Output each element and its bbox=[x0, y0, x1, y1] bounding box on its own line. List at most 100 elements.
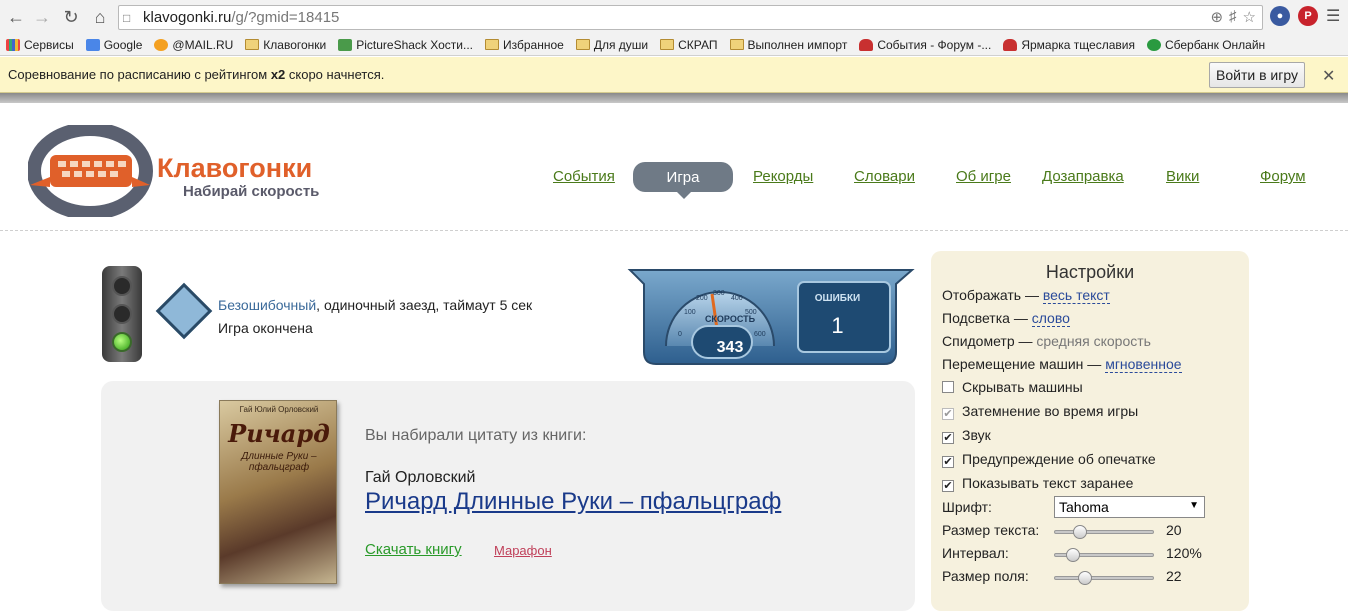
bookmark-item[interactable]: PictureShack Хости... bbox=[338, 38, 473, 52]
google-icon bbox=[85, 38, 100, 51]
slider-value: 20 bbox=[1166, 522, 1182, 538]
nav-game-active[interactable]: Игра bbox=[633, 162, 733, 199]
bookmark-item[interactable]: Сервисы bbox=[6, 38, 74, 52]
bookmark-item[interactable]: Избранное bbox=[485, 38, 564, 52]
nav-forum[interactable]: Форум bbox=[1260, 168, 1306, 185]
sberbank-icon bbox=[1146, 38, 1161, 51]
setting-checkbox-row: Скрывать машины bbox=[942, 379, 1083, 395]
bookmark-label: @MAIL.RU bbox=[172, 37, 234, 52]
slider-label: Размер поля: bbox=[942, 568, 1029, 584]
nav-about[interactable]: Об игре bbox=[956, 168, 1011, 185]
book-title-link[interactable]: Ричард Длинные Руки – пфальцграф bbox=[365, 488, 781, 516]
nav-events[interactable]: События bbox=[553, 168, 615, 185]
race-mode-link[interactable]: Безошибочный bbox=[218, 297, 316, 313]
bookmark-item[interactable]: Google bbox=[85, 38, 142, 52]
slider-track[interactable] bbox=[1054, 525, 1154, 539]
bookmark-label: Клавогонки bbox=[263, 37, 327, 52]
race-mode-details: , одиночный заезд, таймаут 5 сек bbox=[316, 297, 533, 313]
browser-toolbar: ← → ↻ ⌂ □ klavogonki.ru/g/?gmid=18415 ⊕ … bbox=[0, 0, 1348, 34]
bookmark-item[interactable]: Выполнен импорт bbox=[729, 38, 847, 52]
checkbox[interactable]: ✔ bbox=[942, 432, 954, 444]
folder-icon bbox=[575, 39, 590, 50]
marathon-link[interactable]: Марафон bbox=[494, 543, 552, 558]
bookmark-item[interactable]: Ярмарка тщеславия bbox=[1003, 38, 1135, 52]
setting-speedometer: Спидометр — средняя скорость bbox=[942, 333, 1151, 349]
slider-value: 120% bbox=[1166, 545, 1202, 561]
speed-label: СКОРОСТЬ bbox=[704, 314, 756, 324]
folder-icon bbox=[660, 39, 675, 50]
bookmark-label: PictureShack Хости... bbox=[356, 37, 474, 52]
bookmark-item[interactable]: @MAIL.RU bbox=[154, 38, 233, 52]
display-mode-link[interactable]: весь текст bbox=[1042, 287, 1110, 304]
checkbox-label[interactable]: Звук bbox=[962, 427, 991, 443]
slider-thumb[interactable] bbox=[1073, 525, 1087, 539]
highlight-mode-link[interactable]: слово bbox=[1031, 310, 1070, 327]
speedometer-mode: средняя скорость bbox=[1036, 333, 1151, 349]
forward-arrow-icon[interactable]: → bbox=[28, 3, 56, 31]
dial-tick-label: 0 bbox=[678, 331, 682, 338]
bookmark-item[interactable]: Для души bbox=[575, 38, 648, 52]
setting-checkbox-row: ✔ Затемнение во время игры bbox=[942, 403, 1138, 420]
nav-wiki[interactable]: Вики bbox=[1166, 168, 1199, 185]
bookmark-item[interactable]: Клавогонки bbox=[245, 38, 326, 52]
cars-move-mode-link[interactable]: мгновенное bbox=[1105, 356, 1182, 373]
menu-icon[interactable]: ☰ bbox=[1326, 6, 1340, 26]
slider-track[interactable] bbox=[1054, 548, 1154, 562]
dial-tick-label: 500 bbox=[745, 309, 757, 316]
apps-grid-icon bbox=[6, 38, 20, 51]
enter-game-button[interactable]: Войти в игру bbox=[1209, 62, 1305, 88]
checkbox[interactable]: ✔ bbox=[942, 456, 954, 468]
checkbox-label[interactable]: Предупреждение об опечатке bbox=[962, 451, 1156, 467]
pinterest-icon[interactable]: P bbox=[1298, 6, 1318, 26]
checkbox[interactable]: ✔ bbox=[942, 480, 954, 492]
setting-checkbox-row: ✔ Показывать текст заранее bbox=[942, 475, 1133, 492]
stats-strip bbox=[0, 93, 1348, 103]
bookmark-label: Сбербанк Онлайн bbox=[1164, 37, 1266, 52]
errors-label: ОШИБКИ bbox=[814, 293, 861, 304]
nav-dictionaries[interactable]: Словари bbox=[854, 168, 915, 185]
checkbox-label[interactable]: Скрывать машины bbox=[962, 379, 1083, 395]
download-book-link[interactable]: Скачать книгу bbox=[365, 541, 462, 558]
bookmark-item[interactable]: События - Форум -... bbox=[859, 38, 991, 52]
traffic-light-icon bbox=[102, 266, 142, 362]
car-extension-icon[interactable]: ● bbox=[1270, 6, 1290, 26]
address-bar-input[interactable]: □ klavogonki.ru/g/?gmid=18415 ⊕ ♯ ☆ bbox=[118, 5, 1263, 30]
pictureshack-icon bbox=[338, 38, 353, 51]
back-arrow-icon[interactable]: ← bbox=[2, 3, 30, 31]
bookmark-label: Сервисы bbox=[24, 37, 74, 52]
page-icon: □ bbox=[123, 10, 131, 25]
zoom-icon[interactable]: ⊕ bbox=[1210, 8, 1223, 26]
nav-records[interactable]: Рекорды bbox=[753, 168, 813, 185]
checkbox[interactable] bbox=[942, 381, 954, 393]
bookmarks-bar: Сервисы Google @MAIL.RU Клавогонки PictureSh… bbox=[0, 34, 1348, 56]
reload-icon[interactable]: ↻ bbox=[57, 3, 85, 31]
close-icon[interactable]: ✕ bbox=[1322, 66, 1335, 86]
checkbox-label[interactable]: Затемнение во время игры bbox=[962, 403, 1138, 419]
book-cover-image[interactable]: Гай Юлий Орловский Ричард Длинные Руки –… bbox=[219, 400, 337, 584]
cover-title: Ричард bbox=[228, 419, 330, 448]
setting-highlight: Подсветка — слово bbox=[942, 310, 1070, 327]
logo-title[interactable]: Клавогонки bbox=[157, 153, 312, 184]
star-bookmark-icon[interactable]: ☆ bbox=[1243, 8, 1256, 26]
checkbox-label[interactable]: Показывать текст заранее bbox=[962, 475, 1133, 491]
bookmark-item[interactable]: Сбербанк Онлайн bbox=[1146, 37, 1266, 52]
checkbox: ✔ bbox=[942, 408, 954, 420]
car-icon bbox=[1003, 38, 1018, 51]
site-header: Клавогонки Набирай скорость События Игра… bbox=[0, 103, 1348, 231]
speed-value: 343 bbox=[716, 339, 744, 356]
home-icon[interactable]: ⌂ bbox=[86, 3, 114, 31]
font-select[interactable]: Tahoma ▼ bbox=[1054, 496, 1205, 518]
font-label: Шрифт: bbox=[942, 499, 992, 515]
nav-refuel[interactable]: Дозаправка bbox=[1042, 168, 1124, 185]
slider-thumb[interactable] bbox=[1078, 571, 1092, 585]
slider-track[interactable] bbox=[1054, 571, 1154, 585]
race-info: Безошибочный, одиночный заезд, таймаут 5… bbox=[218, 294, 532, 340]
extension-icon[interactable]: ♯ bbox=[1229, 8, 1237, 26]
settings-title: Настройки bbox=[1045, 262, 1135, 282]
setting-cars-move: Перемещение машин — мгновенное bbox=[942, 356, 1182, 373]
dial-tick-label: 400 bbox=[731, 295, 743, 302]
bookmark-item[interactable]: СКРАП bbox=[660, 38, 718, 52]
slippery-road-sign-icon bbox=[155, 282, 213, 340]
slider-thumb[interactable] bbox=[1066, 548, 1080, 562]
folder-icon bbox=[245, 39, 260, 50]
